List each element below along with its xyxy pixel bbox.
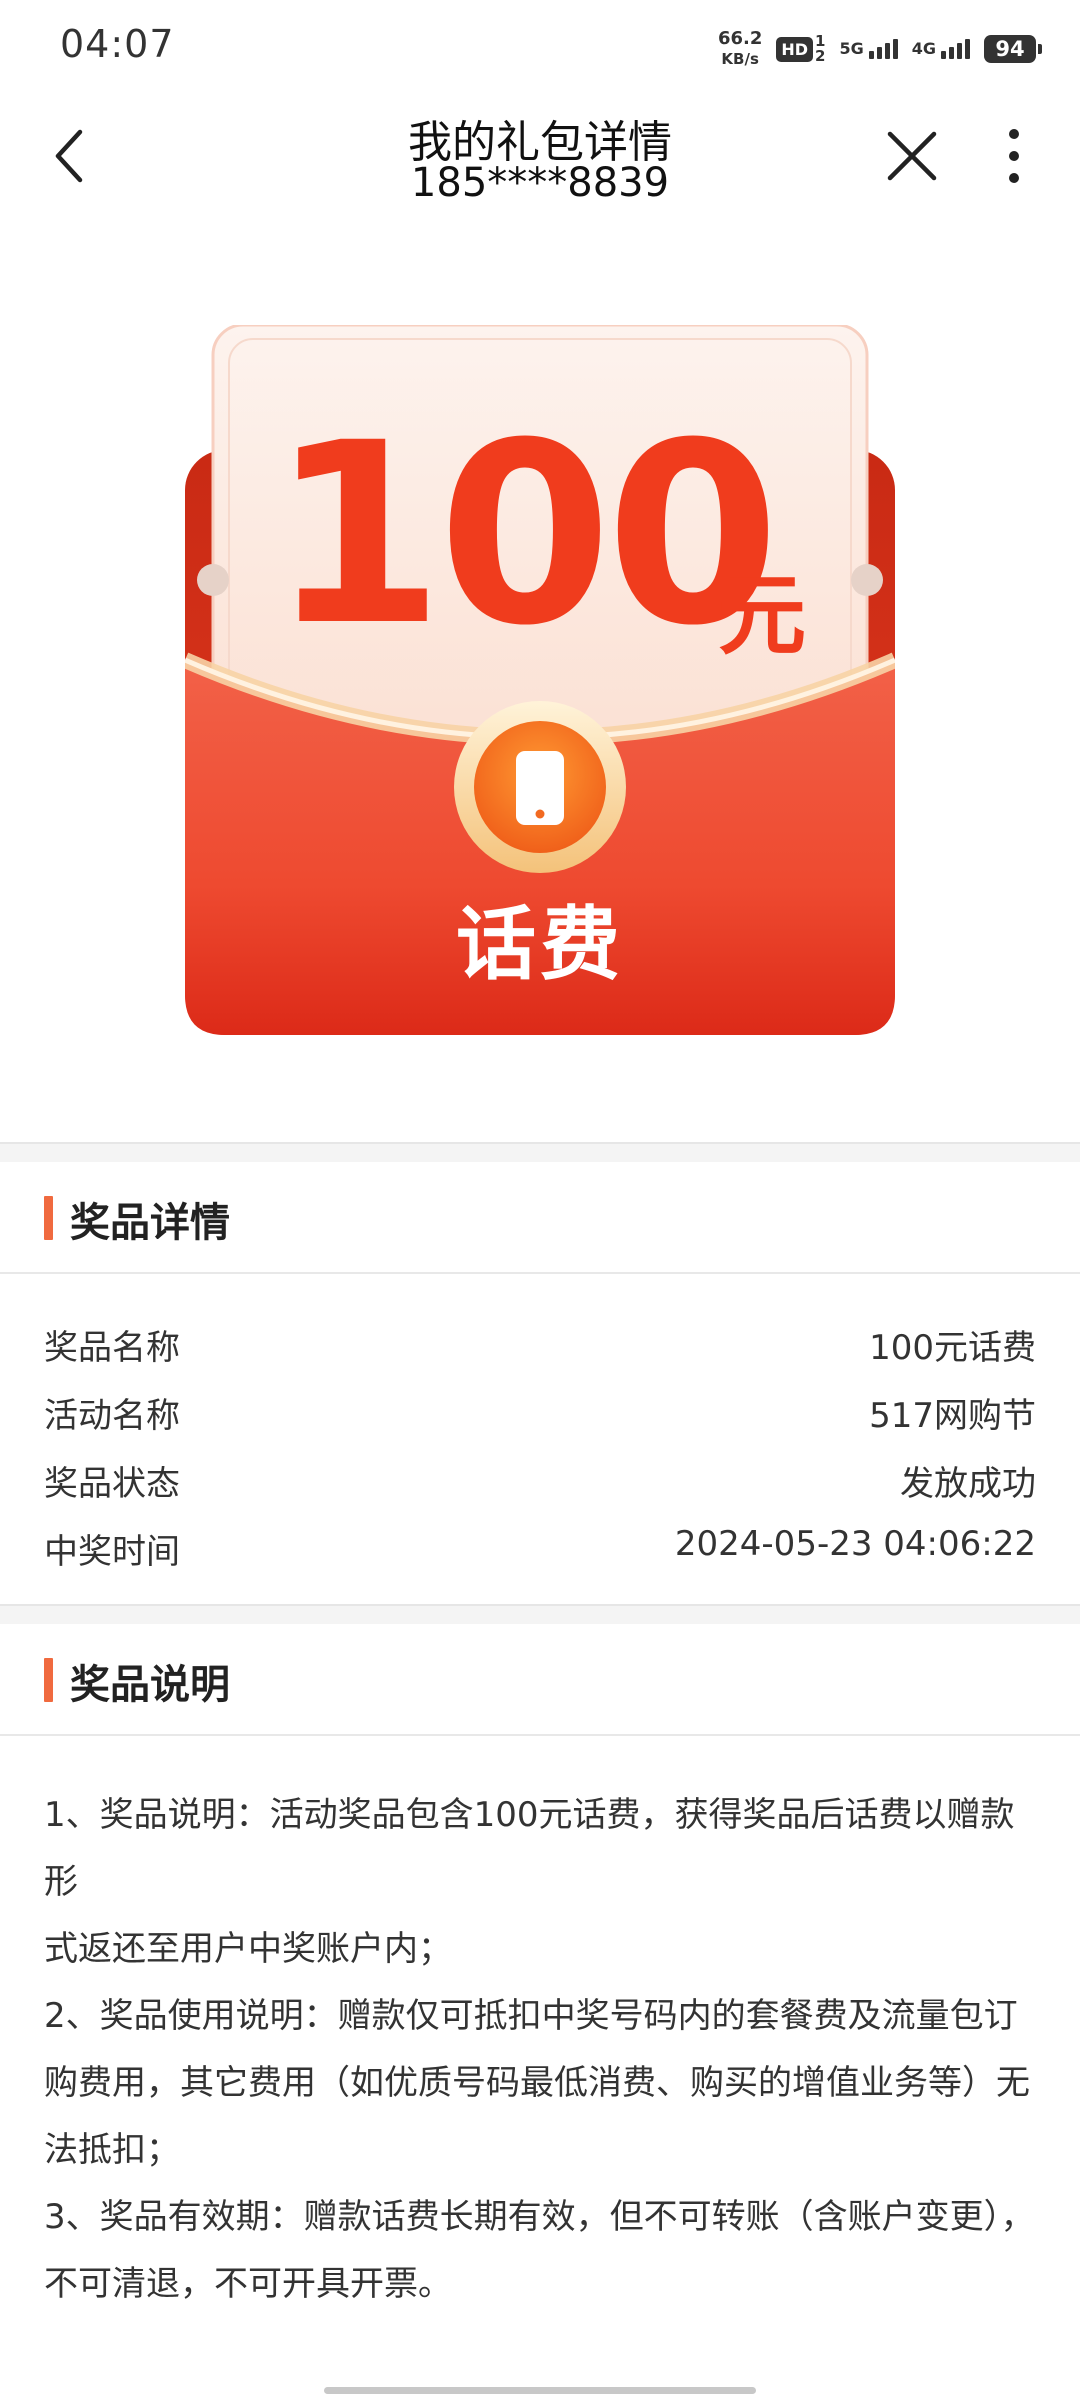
prize-type-label: 话费 (456, 898, 624, 991)
detail-section-header: 奖品详情 (0, 1162, 1080, 1274)
signal-5g-icon: 5G (839, 39, 898, 59)
prize-description: 1、奖品说明：活动奖品包含100元话费，获得奖品后话费以赠款形 式返还至用户中奖… (44, 1795, 1035, 2304)
section-divider (0, 1142, 1080, 1162)
signal-4g-icon: 4G (912, 39, 970, 59)
phone-icon (516, 751, 564, 825)
detail-row: 奖品状态 发放成功 (44, 1464, 1036, 1504)
back-icon[interactable] (44, 126, 104, 186)
desc-section-header: 奖品说明 (0, 1624, 1080, 1736)
status-icons: 66.2 KB/s HD 12 5G 4G 94 (717, 26, 1042, 72)
detail-row: 中奖时间 2024-05-23 04:06:22 (44, 1524, 1036, 1572)
hd-volte-icon: HD 12 (776, 34, 825, 64)
prize-unit: 元 (718, 564, 807, 667)
battery-icon: 94 (984, 35, 1042, 63)
status-bar: 04:07 66.2 KB/s HD 12 5G 4G 94 (0, 0, 1080, 96)
page-subtitle: 185****8839 (410, 160, 670, 206)
section-accent-bar (44, 1658, 53, 1702)
detail-section-title: 奖品详情 (70, 1200, 230, 1246)
section-divider (0, 1604, 1080, 1624)
prize-amount: 100 (270, 389, 780, 680)
more-vertical-icon[interactable] (994, 124, 1034, 188)
detail-row: 奖品名称 100元话费 (44, 1328, 1036, 1368)
detail-row: 活动名称 517网购节 (44, 1396, 1036, 1436)
home-indicator[interactable] (324, 2387, 756, 2394)
nav-bar: 我的礼包详情 185****8839 (0, 96, 1080, 224)
desc-section-title: 奖品说明 (70, 1662, 230, 1708)
status-time: 04:07 (60, 22, 175, 66)
section-accent-bar (44, 1196, 53, 1240)
close-icon[interactable] (880, 124, 944, 188)
network-speed: 66.2 KB/s (717, 28, 763, 69)
